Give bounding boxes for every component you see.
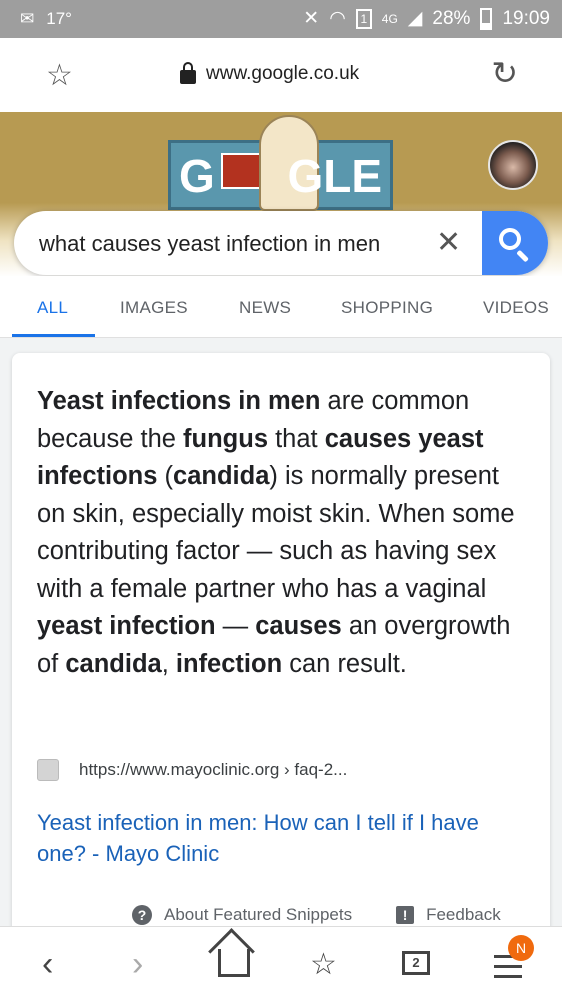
home-icon[interactable] [218,949,250,977]
tab-news[interactable]: NEWS [239,298,291,318]
mayo-clinic-favicon-icon [37,759,59,781]
snippet-bold-segment: candida [173,462,270,490]
temperature: 17° [46,9,72,28]
tab-images[interactable]: IMAGES [120,298,188,318]
doodle-letters-gle: GLE [287,150,382,202]
source-row[interactable]: https://www.mayoclinic.org › faq-2... [37,759,347,781]
clear-icon[interactable]: ✕ [436,225,461,260]
lock-icon [180,62,196,84]
sim-indicator: 1 [355,8,372,29]
back-icon[interactable]: ‹ [42,945,53,984]
battery-icon [480,7,493,30]
source-url: https://www.mayoclinic.org › faq-2... [79,760,348,779]
snippet-bold-segment: causes [255,612,342,640]
snippet-segment: , [161,649,176,678]
tabs-count-icon[interactable]: 2 [402,951,430,975]
snippet-bold-segment: yeast infection [37,612,216,640]
google-doodle[interactable]: G GLE [168,115,393,211]
featured-snippet-card: Yeast infections in men are common becau… [12,353,550,953]
search-button[interactable] [482,211,548,275]
clock: 19:09 [502,7,550,29]
snippet-bold-segment: candida [65,649,162,678]
search-icon [499,228,521,250]
battery-percent: 28% [432,7,471,29]
forward-icon[interactable]: › [132,945,143,984]
about-label: About Featured Snippets [164,905,353,924]
network-type: 4G [381,11,398,26]
about-featured-snippets-link[interactable]: ? About Featured Snippets [132,905,352,925]
doodle-letter-g: G [179,150,215,202]
feedback-icon: ! [396,906,415,924]
search-box: what causes yeast infection in men ✕ [14,211,548,275]
url-field[interactable]: www.google.co.uk [180,62,360,85]
bottom-nav: ‹ › ☆ 2 N [0,926,562,1000]
bookmark-star-icon[interactable]: ☆ [46,58,73,93]
tab-videos[interactable]: VIDEOS [483,298,549,318]
menu-notification-badge: N [508,935,534,961]
mail-icon: ✉ [20,9,35,28]
feedback-label: Feedback [426,905,501,924]
snippet-bold-segment: infection [175,649,283,678]
reload-icon[interactable]: ↻ [491,54,518,92]
tab-shopping[interactable]: SHOPPING [341,298,433,318]
account-avatar[interactable] [488,140,538,190]
snippet-segment: that [268,424,325,453]
status-bar: ✉ 17° ✕ ◠ 1 4G ◢ 28% 19:09 [0,0,562,38]
result-title-link[interactable]: Yeast infection in men: How can I tell i… [37,807,517,869]
signal-icon: ◢ [407,8,423,29]
search-input[interactable]: what causes yeast infection in men [39,231,380,257]
url-text: www.google.co.uk [206,63,360,84]
tab-all[interactable]: ALL [37,298,68,318]
bookmarks-icon[interactable]: ☆ [310,947,337,982]
snippet-bold-segment: fungus [183,424,269,453]
active-tab-indicator [12,334,95,337]
mute-icon: ✕ [303,8,320,29]
help-icon: ? [132,905,152,925]
snippet-segment: — [215,612,256,640]
feedback-link[interactable]: ! Feedback [396,905,501,925]
snippet-bold-segment: Yeast infections in men [37,387,321,415]
snippet-segment: can result. [282,649,407,678]
snippet-text: Yeast infections in men are common becau… [37,383,532,683]
search-tabs: ALL IMAGES NEWS SHOPPING VIDEOS [0,276,562,338]
address-bar: ☆ www.google.co.uk ↻ [0,38,562,112]
snippet-segment: ( [157,462,174,490]
wifi-icon: ◠ [329,8,346,29]
snippet-footer: ? About Featured Snippets ! Feedback [132,905,501,925]
